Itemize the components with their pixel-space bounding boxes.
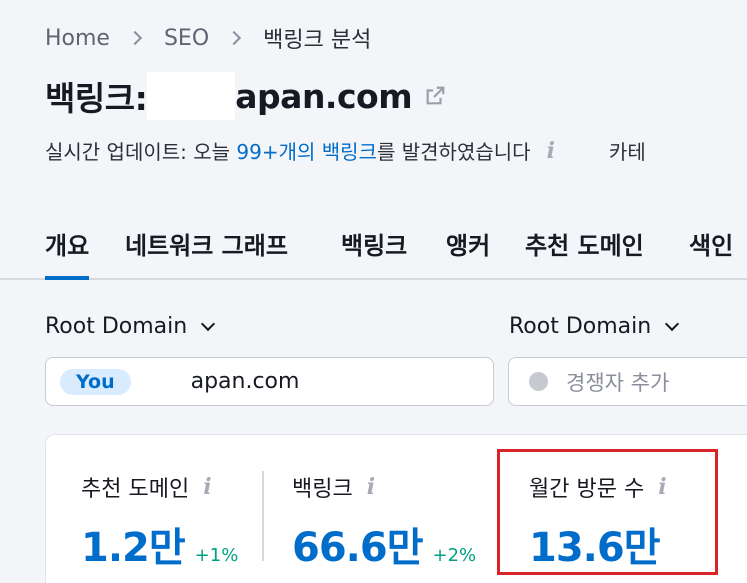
chevron-down-icon (665, 316, 680, 331)
metric-label: 추천 도메인 (81, 477, 190, 502)
tab-overview[interactable]: 개요 (45, 226, 90, 280)
highlight-box (497, 449, 718, 575)
redacted-block (140, 359, 191, 404)
tab-bar: 개요 네트워크 그래프 백링크 앵커 추천 도메인 색인 (0, 224, 747, 280)
metric-referring-domains[interactable]: 추천 도메인 i 1.2만 +1% (81, 471, 238, 573)
dropdown-label: Root Domain (509, 314, 652, 339)
chevron-right-icon (227, 30, 242, 46)
metric-value[interactable]: 1.2만 (81, 515, 186, 573)
metric-label: 백링크 (292, 477, 353, 502)
breadcrumb-current: 백링크 분석 (263, 28, 372, 53)
your-domain-field[interactable]: You apan.com (45, 357, 494, 406)
tab-network-graph[interactable]: 네트워크 그래프 (125, 226, 288, 261)
realtime-update-row: 실시간 업데이트: 오늘 99+개의 백링크 를 발견하였습니다 i 카테 (45, 136, 646, 165)
external-link-icon[interactable] (424, 85, 446, 107)
your-domain-value: apan.com (190, 369, 300, 394)
page-title-domain: apan.com (235, 76, 413, 116)
competitor-placeholder: 경쟁자 추가 (566, 370, 670, 395)
info-icon[interactable]: i (203, 474, 211, 500)
root-domain-dropdown[interactable]: Root Domain (45, 314, 216, 339)
breadcrumb: Home SEO 백링크 분석 (45, 22, 371, 54)
page-title-prefix: 백링크: (45, 79, 148, 118)
info-icon[interactable]: i (547, 138, 555, 164)
you-badge: You (60, 368, 131, 395)
metric-delta: +2% (432, 545, 477, 566)
chevron-down-icon (201, 316, 216, 331)
update-prefix: 실시간 업데이트: 오늘 (45, 140, 237, 164)
metric-value[interactable]: 66.6만 (292, 515, 423, 573)
competitor-root-domain-dropdown[interactable]: Root Domain (509, 314, 680, 339)
info-icon[interactable]: i (367, 474, 375, 500)
category-label: 카테 (608, 140, 646, 164)
tab-backlinks[interactable]: 백링크 (341, 226, 407, 261)
dropdown-label: Root Domain (45, 314, 188, 339)
tab-anchors[interactable]: 앵커 (446, 226, 490, 261)
divider (262, 471, 264, 561)
breadcrumb-seo[interactable]: SEO (164, 26, 209, 51)
tab-indexed[interactable]: 색인 (689, 226, 733, 261)
update-suffix: 를 발견하였습니다 (377, 140, 531, 164)
breadcrumb-home[interactable]: Home (45, 26, 110, 51)
metric-delta: +1% (194, 545, 239, 566)
tab-referring-domains[interactable]: 추천 도메인 (525, 226, 644, 261)
new-backlinks-link[interactable]: 99+개의 백링크 (236, 136, 377, 165)
competitor-input[interactable]: 경쟁자 추가 (508, 357, 747, 406)
chevron-right-icon (127, 30, 143, 46)
competitor-color-dot (529, 372, 548, 391)
page-title: 백링크: apan.com (45, 72, 446, 120)
metric-backlinks[interactable]: 백링크 i 66.6만 +2% (292, 471, 476, 573)
redacted-block (147, 72, 236, 120)
